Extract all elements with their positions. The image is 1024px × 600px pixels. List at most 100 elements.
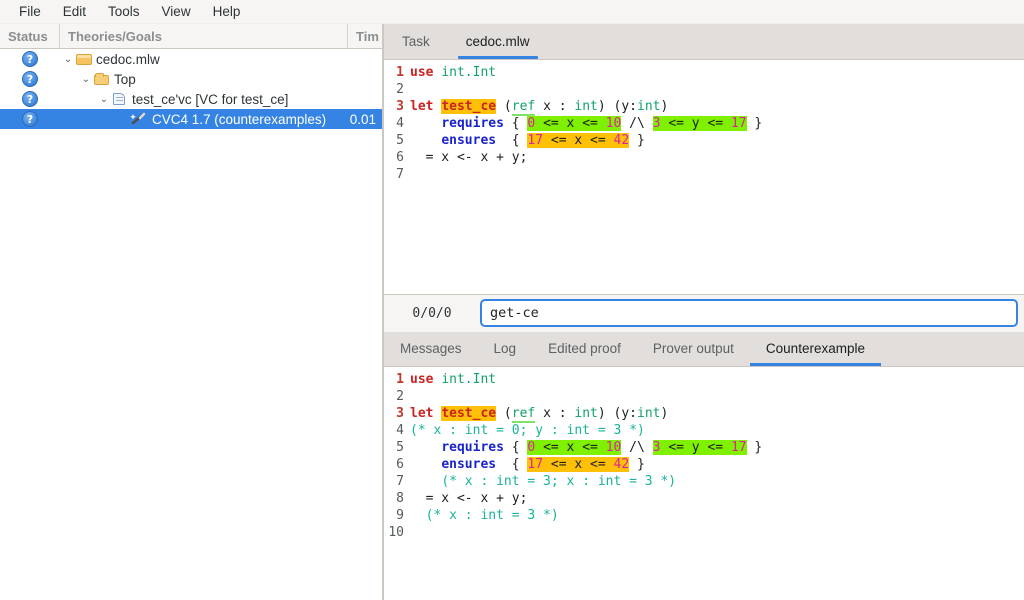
code-token: (	[496, 405, 512, 421]
code-token: ref	[511, 99, 536, 116]
tab-cedoc-mlw[interactable]: cedoc.mlw	[448, 24, 548, 59]
code-text: (* x : int = 3 *)	[410, 507, 1024, 524]
code-token: use	[410, 65, 434, 80]
workspace: Status Theories/Goals Tim ? ⌄ cedoc.mlw? ⌄ T…	[0, 24, 1024, 600]
line-number: 4	[396, 422, 404, 438]
line-number: 2	[396, 388, 404, 404]
code-token: }	[746, 116, 763, 131]
line-number: 1	[396, 371, 404, 387]
tree-column-headers: Status Theories/Goals Tim	[0, 24, 382, 49]
code-line: 5 requires { 0 <= x <= 10 /\ 3 <= y <= 1…	[384, 439, 1024, 456]
code-token: 17	[527, 456, 544, 472]
line-number: 5	[396, 439, 404, 455]
proof-counter: 0/0/0	[412, 305, 452, 321]
menu-item-help[interactable]: Help	[202, 2, 252, 21]
tab-messages[interactable]: Messages	[384, 332, 478, 366]
code-token: x :	[535, 99, 575, 114]
source-code-view[interactable]: 1 use int.Int 2 3 let test_ce (ref x : int) …	[384, 60, 1024, 294]
tree-row[interactable]: ? ⌄ cedoc.mlw	[0, 49, 382, 69]
code-line: 4 requires { 0 <= x <= 10 /\ 3 <= y <= 1…	[384, 115, 1024, 132]
line-number: 7	[396, 167, 404, 182]
code-token: {	[503, 116, 528, 131]
tree-label-cell: CVC4 1.7 (counterexamples)	[60, 112, 382, 127]
code-text: requires { 0 <= x <= 10 /\ 3 <= y <= 17 …	[410, 115, 1024, 132]
code-token: 17	[730, 116, 747, 131]
command-toolbar: 0/0/0	[384, 293, 1024, 332]
tree-row[interactable]: ? ⌄ Top	[0, 69, 382, 89]
code-token: let	[410, 99, 434, 114]
menu-item-tools[interactable]: Tools	[97, 2, 151, 21]
document-icon	[112, 92, 128, 106]
tree-row[interactable]: ? ⌄ test_ce'vc [VC for test_ce]	[0, 89, 382, 109]
code-text: = x <- x + y;	[410, 490, 1024, 507]
code-token: (* x : int = 0; y : int = 3 *)	[410, 422, 645, 438]
line-number: 1	[396, 65, 404, 80]
tab-task[interactable]: Task	[384, 24, 448, 59]
code-token: 10	[605, 439, 622, 455]
status-cell: ?	[0, 51, 60, 67]
chevron-down-icon[interactable]: ⌄	[60, 54, 76, 65]
code-token: {	[503, 439, 528, 455]
code-token: int	[637, 99, 661, 114]
menu-item-view[interactable]: View	[151, 2, 202, 21]
tab-log[interactable]: Log	[478, 332, 533, 366]
menu-item-file[interactable]: File	[8, 2, 52, 21]
column-header-time[interactable]: Tim	[348, 24, 382, 48]
code-token: test_ce	[441, 405, 497, 421]
tab-label: cedoc.mlw	[465, 34, 530, 49]
code-token: (* x : int = 3; x : int = 3 *)	[441, 473, 677, 489]
code-token: )	[660, 99, 669, 114]
line-number: 10	[388, 524, 404, 540]
tree-label-cell: ⌄ test_ce'vc [VC for test_ce]	[60, 92, 382, 107]
code-token: x :	[535, 405, 575, 421]
code-line: 6 = x <- x + y;	[384, 149, 1024, 166]
code-token: = x <- x + y;	[410, 150, 528, 165]
line-number: 5	[396, 133, 404, 148]
code-token: ensures	[441, 456, 497, 472]
code-token: int	[574, 405, 598, 421]
code-token: int	[574, 99, 598, 114]
code-token: requires	[441, 116, 504, 131]
code-token: 3	[652, 439, 661, 455]
column-header-status[interactable]: Status	[0, 24, 60, 48]
code-line: 9 (* x : int = 3 *)	[384, 507, 1024, 524]
question-badge-icon: ?	[22, 91, 38, 107]
code-token: /\	[621, 116, 653, 131]
counterexample-view[interactable]: 1 use int.Int 2 3 let test_ce (ref x : int) …	[384, 366, 1024, 600]
code-token: (* x : int = 3 *)	[425, 507, 559, 523]
code-line: 3 let test_ce (ref x : int) (y:int)	[384, 405, 1024, 423]
tree-item-label: cedoc.mlw	[96, 51, 160, 67]
command-input[interactable]	[480, 299, 1018, 327]
code-token: 42	[613, 456, 630, 472]
question-badge-icon: ?	[22, 111, 38, 127]
code-token: (	[496, 99, 512, 114]
line-number: 3	[396, 405, 404, 421]
wand-icon	[130, 112, 148, 126]
code-line: 5 ensures { 17 <= x <= 42 }	[384, 132, 1024, 149]
line-number: 6	[396, 456, 404, 472]
code-token: )	[660, 405, 669, 421]
tab-label: Task	[402, 34, 430, 49]
code-token: int.Int	[441, 371, 497, 387]
tab-counterexample[interactable]: Counterexample	[749, 332, 882, 366]
code-line: 2	[384, 81, 1024, 98]
tree-item-label: test_ce'vc [VC for test_ce]	[132, 91, 289, 107]
line-number: 4	[396, 116, 404, 131]
tree-body: ? ⌄ cedoc.mlw? ⌄ Top? ⌄ test_ce'vc [VC for tes…	[0, 49, 382, 600]
code-text: = x <- x + y;	[410, 149, 1024, 166]
column-header-goals[interactable]: Theories/Goals	[60, 24, 348, 48]
tab-label: Prover output	[652, 341, 734, 356]
tree-row[interactable]: ? CVC4 1.7 (counterexamples) 0.01	[0, 109, 382, 129]
menu-item-edit[interactable]: Edit	[52, 2, 97, 21]
tab-edited-proof[interactable]: Edited proof	[532, 332, 637, 366]
code-text: use int.Int	[410, 371, 1024, 388]
chevron-down-icon[interactable]: ⌄	[78, 74, 94, 85]
line-number: 8	[396, 490, 404, 506]
tree-item-label: Top	[114, 71, 136, 87]
tab-prover-output[interactable]: Prover output	[637, 332, 750, 366]
chevron-down-icon[interactable]: ⌄	[96, 94, 112, 105]
